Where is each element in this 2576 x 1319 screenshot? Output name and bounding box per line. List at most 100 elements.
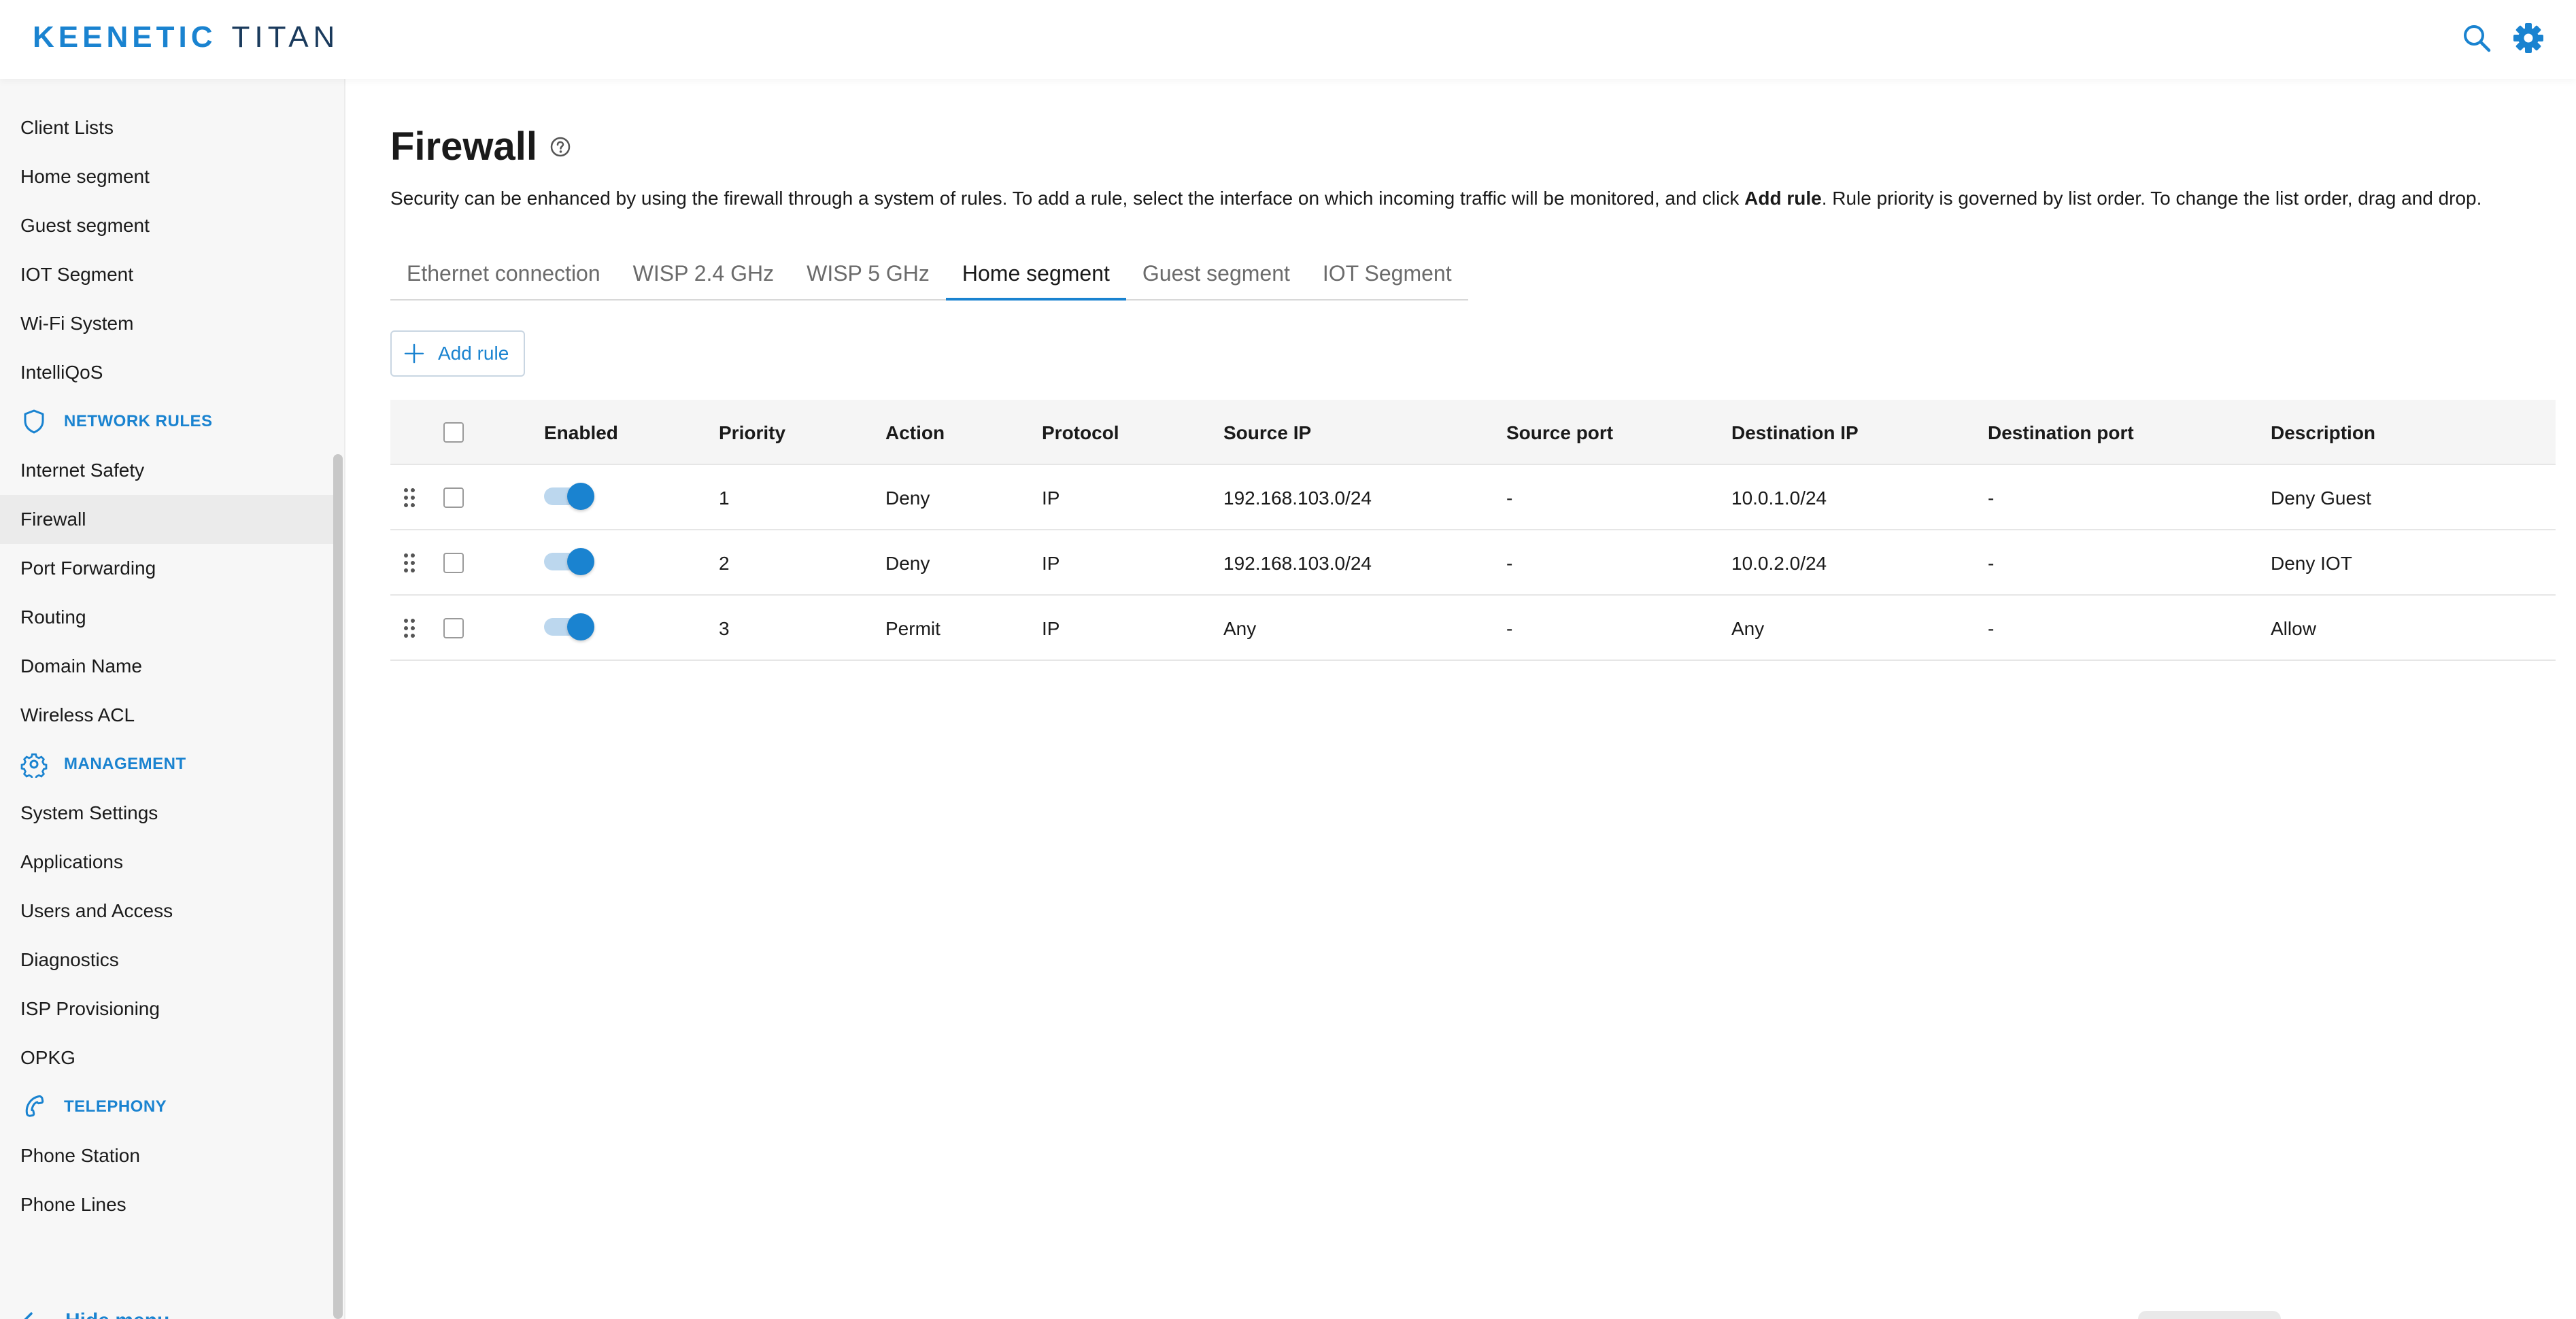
hide-menu-label: Hide menu [65,1309,169,1319]
drag-handle-icon[interactable] [403,552,416,574]
header-priority: Priority [719,422,786,443]
top-header: KEENETIC TITAN [0,0,2576,79]
logo-brand: KEENETIC [33,20,217,54]
table-row[interactable]: 2 Deny IP 192.168.103.0/24 - 10.0.2.0/24… [390,530,2556,596]
table-row[interactable]: 3 Permit IP Any - Any - Allow [390,596,2556,661]
cell-description: Allow [2271,618,2316,639]
cell-source-ip: 192.168.103.0/24 [1223,487,1372,509]
tab-iot-segment[interactable]: IOT Segment [1306,247,1468,299]
description-add-rule: Add rule [1744,188,1822,209]
sidebar-item-phone-lines[interactable]: Phone Lines [0,1180,335,1229]
cell-description: Deny IOT [2271,553,2352,574]
logo-model: TITAN [231,20,340,54]
drag-handle-icon[interactable] [403,617,416,639]
sidebar-item-applications[interactable]: Applications [0,838,335,887]
sidebar-item-opkg[interactable]: OPKG [0,1033,335,1082]
tab-guest-segment[interactable]: Guest segment [1126,247,1306,299]
header-destination-port: Destination port [1988,422,2134,443]
arrow-left-icon [24,1312,33,1319]
cell-description: Deny Guest [2271,487,2371,509]
sidebar-item-port-forwarding[interactable]: Port Forwarding [0,544,335,593]
cell-priority: 3 [719,618,730,639]
cell-source-port: - [1506,553,1513,574]
cell-destination-ip: Any [1731,618,1765,639]
tab-wisp-24ghz[interactable]: WISP 2.4 GHz [617,247,790,299]
sidebar-menu: Client Lists Home segment Guest segment … [0,103,335,1229]
gear-icon [20,751,48,778]
cell-priority: 1 [719,487,730,509]
phone-icon [20,1093,48,1120]
bottom-scroll-indicator [2138,1311,2281,1319]
sidebar-scrollbar[interactable] [333,454,343,1319]
header-destination-ip: Destination IP [1731,422,1859,443]
sidebar-item-domain-name[interactable]: Domain Name [0,642,335,691]
tab-ethernet-connection[interactable]: Ethernet connection [390,247,617,299]
enabled-toggle[interactable] [544,613,597,640]
cell-source-port: - [1506,487,1513,509]
interface-tabs: Ethernet connection WISP 2.4 GHz WISP 5 … [390,247,1468,301]
sidebar-item-isp-provisioning[interactable]: ISP Provisioning [0,984,335,1033]
keenetic-logo[interactable]: KEENETIC TITAN [33,20,339,54]
cell-source-ip: 192.168.103.0/24 [1223,553,1372,574]
title-row: Firewall [390,124,571,169]
section-telephony-label: TELEPHONY [64,1097,167,1116]
section-management-label: MANAGEMENT [64,755,186,773]
sidebar-item-users-and-access[interactable]: Users and Access [0,887,335,936]
sidebar-item-guest-segment[interactable]: Guest segment [0,201,335,250]
row-checkbox[interactable] [443,487,464,508]
header-description: Description [2271,422,2376,443]
search-icon[interactable] [2459,20,2494,56]
sidebar-item-client-lists[interactable]: Client Lists [0,103,335,152]
hide-menu-button[interactable]: Hide menu [20,1297,169,1319]
cell-destination-port: - [1988,487,1995,509]
cell-source-port: - [1506,618,1513,639]
page-description: Security can be enhanced by using the fi… [390,188,2481,209]
sidebar-item-wifi-system[interactable]: Wi-Fi System [0,299,335,348]
rules-table: Enabled Priority Action Protocol Source … [390,400,2556,661]
row-checkbox[interactable] [443,618,464,638]
sidebar-item-wireless-acl[interactable]: Wireless ACL [0,691,335,740]
sidebar-item-home-segment[interactable]: Home segment [0,152,335,201]
gear-icon[interactable] [2511,20,2546,56]
sidebar-item-intelliqos[interactable]: IntelliQoS [0,348,335,397]
cell-action: Deny [885,487,930,509]
sidebar-item-internet-safety[interactable]: Internet Safety [0,446,335,495]
select-all-checkbox[interactable] [443,422,464,443]
sidebar: Client Lists Home segment Guest segment … [0,79,345,1319]
cell-action: Permit [885,618,940,639]
section-network-rules: NETWORK RULES [0,397,335,446]
shield-icon [20,408,48,435]
tab-wisp-5ghz[interactable]: WISP 5 GHz [790,247,946,299]
header-enabled: Enabled [544,422,618,443]
section-network-rules-label: NETWORK RULES [64,412,213,430]
cell-priority: 2 [719,553,730,574]
header-protocol: Protocol [1042,422,1119,443]
page-title: Firewall [390,124,537,169]
sidebar-item-iot-segment[interactable]: IOT Segment [0,250,335,299]
sidebar-item-firewall[interactable]: Firewall [0,495,335,544]
drag-handle-icon[interactable] [403,487,416,509]
section-management: MANAGEMENT [0,740,335,789]
add-rule-button[interactable]: Add rule [390,330,526,377]
cell-destination-port: - [1988,553,1995,574]
table-row[interactable]: 1 Deny IP 192.168.103.0/24 - 10.0.1.0/24… [390,465,2556,530]
sidebar-item-system-settings[interactable]: System Settings [0,789,335,838]
sidebar-item-phone-station[interactable]: Phone Station [0,1131,335,1180]
tab-home-segment[interactable]: Home segment [945,247,1126,301]
table-header: Enabled Priority Action Protocol Source … [390,400,2556,465]
sidebar-item-routing[interactable]: Routing [0,593,335,642]
enabled-toggle[interactable] [544,548,597,575]
help-icon[interactable] [549,136,571,158]
cell-protocol: IP [1042,618,1060,639]
row-checkbox[interactable] [443,553,464,573]
header-source-port: Source port [1506,422,1614,443]
cell-destination-port: - [1988,618,1995,639]
header-source-ip: Source IP [1223,422,1312,443]
add-rule-label: Add rule [438,343,509,364]
cell-action: Deny [885,553,930,574]
enabled-toggle[interactable] [544,483,597,510]
cell-protocol: IP [1042,487,1060,509]
section-telephony: TELEPHONY [0,1082,335,1131]
description-text-2: . Rule priority is governed by list orde… [1821,188,2482,209]
sidebar-item-diagnostics[interactable]: Diagnostics [0,936,335,984]
